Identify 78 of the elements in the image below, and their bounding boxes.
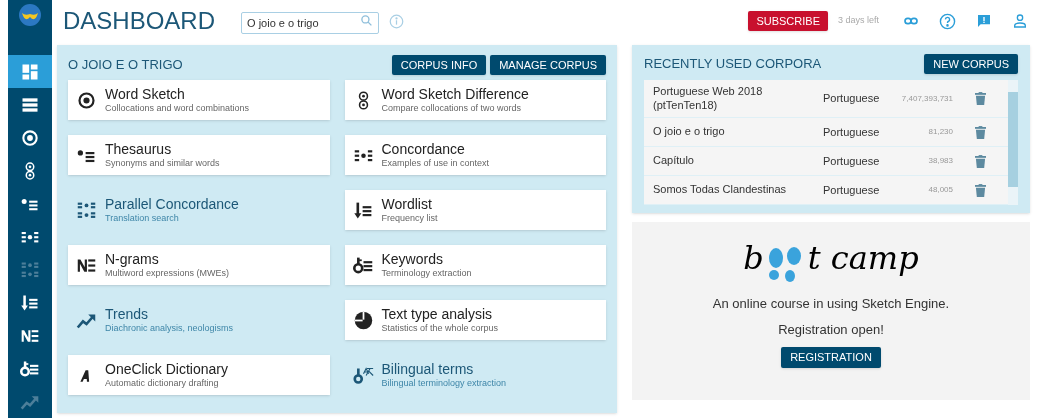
tool-description: Statistics of the whole corpus <box>381 323 499 335</box>
tool-card[interactable]: Keywords Terminology extraction <box>344 245 606 285</box>
tool-description: Frequency list <box>381 213 438 225</box>
corpus-button[interactable]: CORPUS INFO <box>391 55 487 75</box>
subscribe-button[interactable]: SUBSCRIBE <box>748 11 828 31</box>
tool-description: Synonyms and similar words <box>105 158 220 170</box>
new-corpus-button[interactable]: NEW CORPUS <box>924 54 1018 74</box>
corpus-name: Capítulo <box>653 154 695 168</box>
delete-icon[interactable] <box>975 154 986 168</box>
tool-name: Wordlist <box>381 195 433 214</box>
scrollbar-thumb[interactable] <box>1008 92 1018 187</box>
panel-title: RECENTLY USED CORPORA <box>644 55 823 74</box>
corpus-size: 81,230 <box>927 126 953 138</box>
tool-name: Concordance <box>381 140 466 159</box>
tool-description: Translation search <box>105 213 180 225</box>
corpus-row[interactable]: Portuguese Web 2018 (ptTenTen18) Portuguese 7,407,393,731 <box>644 80 1008 118</box>
tool-card[interactable]: Trends Diachronic analysis, neologisms <box>68 300 330 340</box>
trial-days-text: 3 days left <box>837 14 879 28</box>
tool-card[interactable]: Bilingual terms Bilingual terminology extraction <box>344 355 606 395</box>
corpus-row[interactable]: O joio e o trigo Portuguese 81,230 <box>644 118 1008 147</box>
corpus-language: Portuguese <box>823 91 881 107</box>
panel-title: O JOIO E O TRIGO <box>68 56 184 75</box>
delete-icon[interactable] <box>975 125 986 139</box>
tool-name: Trends <box>105 305 150 324</box>
tool-description: Terminology extraction <box>381 268 472 280</box>
tool-card[interactable]: OneClick Dictionary Automatic dictionary drafting <box>68 355 330 395</box>
target-icon <box>76 89 97 111</box>
bootcamp-text: An online course in using Sketch Engine. <box>712 295 950 313</box>
tool-card[interactable]: Concordance Examples of use in context <box>344 135 606 175</box>
corpus-language: Portuguese <box>823 182 881 198</box>
bootcamp-logo: b t camp <box>743 242 919 274</box>
tool-card[interactable]: N-grams Multiword expressions (MWEs) <box>68 245 330 285</box>
registration-button[interactable]: REGISTRATION <box>781 347 881 368</box>
tool-name: Parallel Concordance <box>105 195 239 214</box>
tool-description: Diachronic analysis, neologisms <box>105 323 234 335</box>
tool-description: Compare collocations of two words <box>381 103 523 115</box>
user-icon[interactable] <box>1012 13 1028 29</box>
corpus-name: O joio e o trigo <box>653 125 726 139</box>
corpus-row[interactable]: Capítulo Portuguese 38,983 <box>644 147 1008 176</box>
tool-name: Keywords <box>381 250 444 269</box>
pie-icon <box>352 309 374 331</box>
tool-card[interactable]: Word Sketch Collocations and word combinations <box>68 80 330 120</box>
feedback-icon[interactable] <box>976 13 992 29</box>
tool-name: Word Sketch Difference <box>381 85 529 104</box>
help-icon[interactable] <box>939 12 956 30</box>
tool-card[interactable]: Thesaurus Synonyms and similar words <box>68 135 330 175</box>
corpus-size: 48,005 <box>927 184 953 196</box>
tool-name: OneClick Dictionary <box>105 360 228 379</box>
tool-description: Multiword expressions (MWEs) <box>105 268 230 280</box>
corpus-size: 38,983 <box>927 155 953 167</box>
tool-card[interactable]: Text type analysis Statistics of the whole corpus <box>344 300 606 340</box>
corpus-row[interactable]: Somos Todas Clandestinas Portuguese 48,005 <box>644 176 1008 205</box>
delete-icon[interactable] <box>975 92 986 105</box>
corpus-language: Portuguese <box>823 153 881 169</box>
tool-name: Thesaurus <box>105 140 173 159</box>
tool-name: Bilingual terms <box>381 360 475 379</box>
tool-name: Word Sketch <box>105 85 186 104</box>
delete-icon[interactable] <box>975 183 986 197</box>
target-icon <box>20 127 40 148</box>
tool-description: Examples of use in context <box>381 158 490 170</box>
tool-name: N-grams <box>105 250 160 269</box>
bootcamp-text: Registration open! <box>778 320 884 339</box>
tool-name: Text type analysis <box>381 305 493 324</box>
tool-card[interactable]: Wordlist Frequency list <box>344 190 606 230</box>
corpus-name: Somos Todas Clandestinas <box>653 183 788 197</box>
tool-card[interactable]: Word Sketch Difference Compare collocations of two words <box>344 80 606 120</box>
corpus-button[interactable]: MANAGE CORPUS <box>490 55 606 75</box>
corpus-language: Portuguese <box>823 124 881 140</box>
tool-description: Bilingual terminology extraction <box>381 378 507 390</box>
corpus-size: 7,407,393,731 <box>900 92 953 105</box>
tool-description: Automatic dictionary drafting <box>105 378 220 390</box>
tool-description: Collocations and word combinations <box>105 103 250 115</box>
corpus-name: Portuguese Web 2018 (ptTenTen18) <box>653 84 764 113</box>
search-field[interactable]: O joio e o trigo <box>241 12 380 34</box>
page-title: DASHBOARD <box>63 6 216 36</box>
scrollbar[interactable] <box>1008 80 1018 205</box>
search-icon[interactable] <box>360 14 374 27</box>
tool-card[interactable]: Parallel Concordance Translation search <box>68 190 330 230</box>
